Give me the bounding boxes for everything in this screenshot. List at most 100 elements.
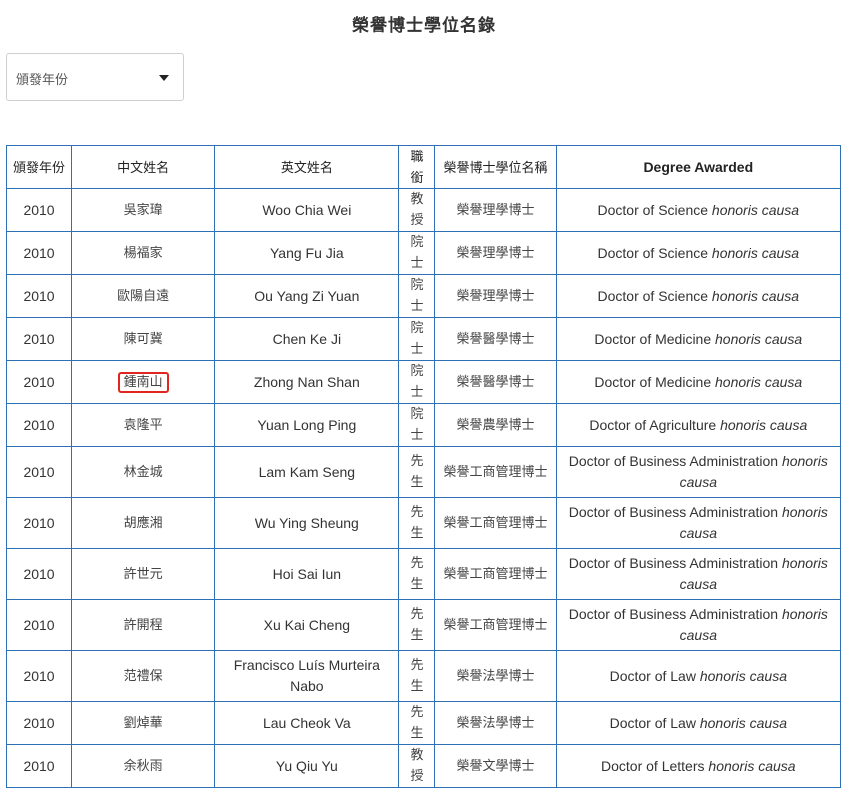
- cell-chinese-name: 楊福家: [71, 231, 216, 275]
- cell-year: 2010: [5, 497, 73, 549]
- cell-year: 2010: [5, 231, 73, 275]
- chinese-name: 林金城: [123, 464, 163, 480]
- cell-degree-awarded: Doctor of Law honoris causa: [555, 650, 842, 702]
- cell-chinese-name: 胡應湘: [71, 497, 216, 549]
- year-filter-dropdown[interactable]: 頒發年份: [6, 53, 184, 101]
- cell-degree-awarded: Doctor of Science honoris causa: [555, 274, 842, 318]
- degree-english: Doctor of Medicine: [594, 330, 712, 347]
- degree-english: Doctor of Law: [609, 667, 696, 684]
- chinese-name: 袁隆平: [123, 417, 163, 433]
- cell-degree-awarded: Doctor of Law honoris causa: [555, 701, 842, 745]
- honoris-causa: honoris causa: [711, 287, 800, 304]
- cell-english-name: Lam Kam Seng: [214, 446, 400, 498]
- cell-title: 先生: [398, 650, 436, 702]
- cell-chinese-name: 吳家瑋: [71, 188, 216, 232]
- table-row: 2010 袁隆平 Yuan Long Ping 院士 榮譽農學博士 Doctor of A…: [5, 403, 842, 447]
- cell-year: 2010: [5, 274, 73, 318]
- table-row: 2010 胡應湘 Wu Ying Sheung 先生 榮譽工商管理博士 Doctor of…: [5, 497, 842, 549]
- honoris-causa: honoris causa: [715, 373, 803, 390]
- degree-english: Doctor of Business Administration: [568, 606, 779, 622]
- header-degree-awarded: Degree Awarded: [555, 145, 842, 189]
- degree-english: Doctor of Agriculture: [589, 416, 717, 433]
- table-row: 2010 歐陽自遠 Ou Yang Zi Yuan 院士 榮譽理學博士 Doctor of…: [5, 274, 842, 318]
- cell-title: 教授: [398, 188, 436, 232]
- cell-year: 2010: [5, 360, 73, 404]
- cell-year: 2010: [5, 317, 73, 361]
- cell-chinese-name: 鍾南山: [71, 360, 216, 404]
- page-title: 榮譽博士學位名錄: [352, 16, 496, 36]
- cell-degree-chinese: 榮譽法學博士: [434, 701, 557, 745]
- table-row: 2010 林金城 Lam Kam Seng 先生 榮譽工商管理博士 Doctor of B…: [5, 446, 842, 498]
- degree-english: Doctor of Letters: [601, 757, 705, 774]
- honorary-doctorate-table: 頒發年份 中文姓名 英文姓名 職銜 榮譽博士學位名稱 Degree Awarde…: [5, 145, 842, 788]
- cell-year: 2010: [5, 446, 73, 498]
- table-row: 2010 楊福家 Yang Fu Jia 院士 榮譽理學博士 Doctor of Scie…: [5, 231, 842, 275]
- cell-english-name: Woo Chia Wei: [214, 188, 400, 232]
- header-chinese-name: 中文姓名: [71, 145, 216, 189]
- cell-title: 先生: [398, 497, 436, 549]
- degree-english: Doctor of Science: [597, 287, 709, 304]
- cell-degree-awarded: Doctor of Business Administration honori…: [555, 548, 842, 600]
- cell-degree-awarded: Doctor of Business Administration honori…: [555, 497, 842, 549]
- cell-degree-chinese: 榮譽工商管理博士: [434, 599, 557, 651]
- table-row: 2010 鍾南山 Zhong Nan Shan 院士 榮譽醫學博士 Doctor of M…: [5, 360, 842, 404]
- honoris-causa: honoris causa: [720, 416, 808, 433]
- cell-degree-chinese: 榮譽法學博士: [434, 650, 557, 702]
- table-row: 2010 范禮保 Francisco Luís Murteira Nabo 先生 榮譽法…: [5, 650, 842, 702]
- cell-title: 教授: [398, 744, 436, 788]
- cell-degree-awarded: Doctor of Agriculture honoris causa: [555, 403, 842, 447]
- honoris-causa: honoris causa: [699, 714, 788, 731]
- cell-chinese-name: 許開程: [71, 599, 216, 651]
- cell-degree-chinese: 榮譽理學博士: [434, 274, 557, 318]
- cell-title: 先生: [398, 446, 436, 498]
- cell-title: 院士: [398, 274, 436, 318]
- chinese-name: 劉焯華: [123, 715, 163, 731]
- cell-degree-awarded: Doctor of Science honoris causa: [555, 188, 842, 232]
- honoris-causa: honoris causa: [699, 667, 788, 684]
- cell-year: 2010: [5, 650, 73, 702]
- cell-title: 院士: [398, 231, 436, 275]
- cell-english-name: Yu Qiu Yu: [214, 744, 400, 788]
- table-row: 2010 陳可冀 Chen Ke Ji 院士 榮譽醫學博士 Doctor of Medic…: [5, 317, 842, 361]
- chinese-name: 陳可冀: [123, 331, 163, 347]
- degree-english: Doctor of Business Administration: [568, 504, 779, 520]
- header-english-name: 英文姓名: [214, 145, 400, 189]
- year-filter-label: 頒發年份: [16, 73, 69, 88]
- chinese-name: 胡應湘: [123, 515, 163, 531]
- honoris-causa: honoris causa: [711, 201, 800, 218]
- degree-english: Doctor of Science: [597, 201, 709, 218]
- cell-chinese-name: 袁隆平: [71, 403, 216, 447]
- highlighted-name: 鍾南山: [117, 371, 169, 393]
- cell-year: 2010: [5, 599, 73, 651]
- cell-title: 先生: [398, 701, 436, 745]
- cell-title: 院士: [398, 403, 436, 447]
- degree-english: Doctor of Science: [597, 244, 709, 261]
- table-row: 2010 余秋雨 Yu Qiu Yu 教授 榮譽文學博士 Doctor of Letter…: [5, 744, 842, 788]
- cell-english-name: Yuan Long Ping: [214, 403, 400, 447]
- cell-chinese-name: 劉焯華: [71, 701, 216, 745]
- honoris-causa: honoris causa: [715, 330, 803, 347]
- cell-chinese-name: 林金城: [71, 446, 216, 498]
- cell-degree-chinese: 榮譽工商管理博士: [434, 446, 557, 498]
- chinese-name: 歐陽自遠: [117, 288, 170, 304]
- cell-chinese-name: 范禮保: [71, 650, 216, 702]
- honoris-causa: honoris causa: [711, 244, 800, 261]
- chinese-name: 許世元: [123, 566, 163, 582]
- cell-degree-chinese: 榮譽醫學博士: [434, 317, 557, 361]
- cell-year: 2010: [5, 548, 73, 600]
- cell-degree-chinese: 榮譽工商管理博士: [434, 497, 557, 549]
- cell-chinese-name: 陳可冀: [71, 317, 216, 361]
- cell-title: 先生: [398, 599, 436, 651]
- chinese-name: 余秋雨: [123, 758, 163, 774]
- cell-chinese-name: 許世元: [71, 548, 216, 600]
- cell-title: 院士: [398, 317, 436, 361]
- cell-degree-chinese: 榮譽農學博士: [434, 403, 557, 447]
- cell-degree-chinese: 榮譽醫學博士: [434, 360, 557, 404]
- table-header-row: 頒發年份 中文姓名 英文姓名 職銜 榮譽博士學位名稱 Degree Awarde…: [5, 145, 842, 189]
- cell-degree-awarded: Doctor of Business Administration honori…: [555, 446, 842, 498]
- cell-title: 先生: [398, 548, 436, 600]
- degree-english: Doctor of Business Administration: [568, 453, 779, 469]
- cell-degree-chinese: 榮譽文學博士: [434, 744, 557, 788]
- cell-english-name: Francisco Luís Murteira Nabo: [214, 650, 400, 702]
- cell-degree-chinese: 榮譽理學博士: [434, 188, 557, 232]
